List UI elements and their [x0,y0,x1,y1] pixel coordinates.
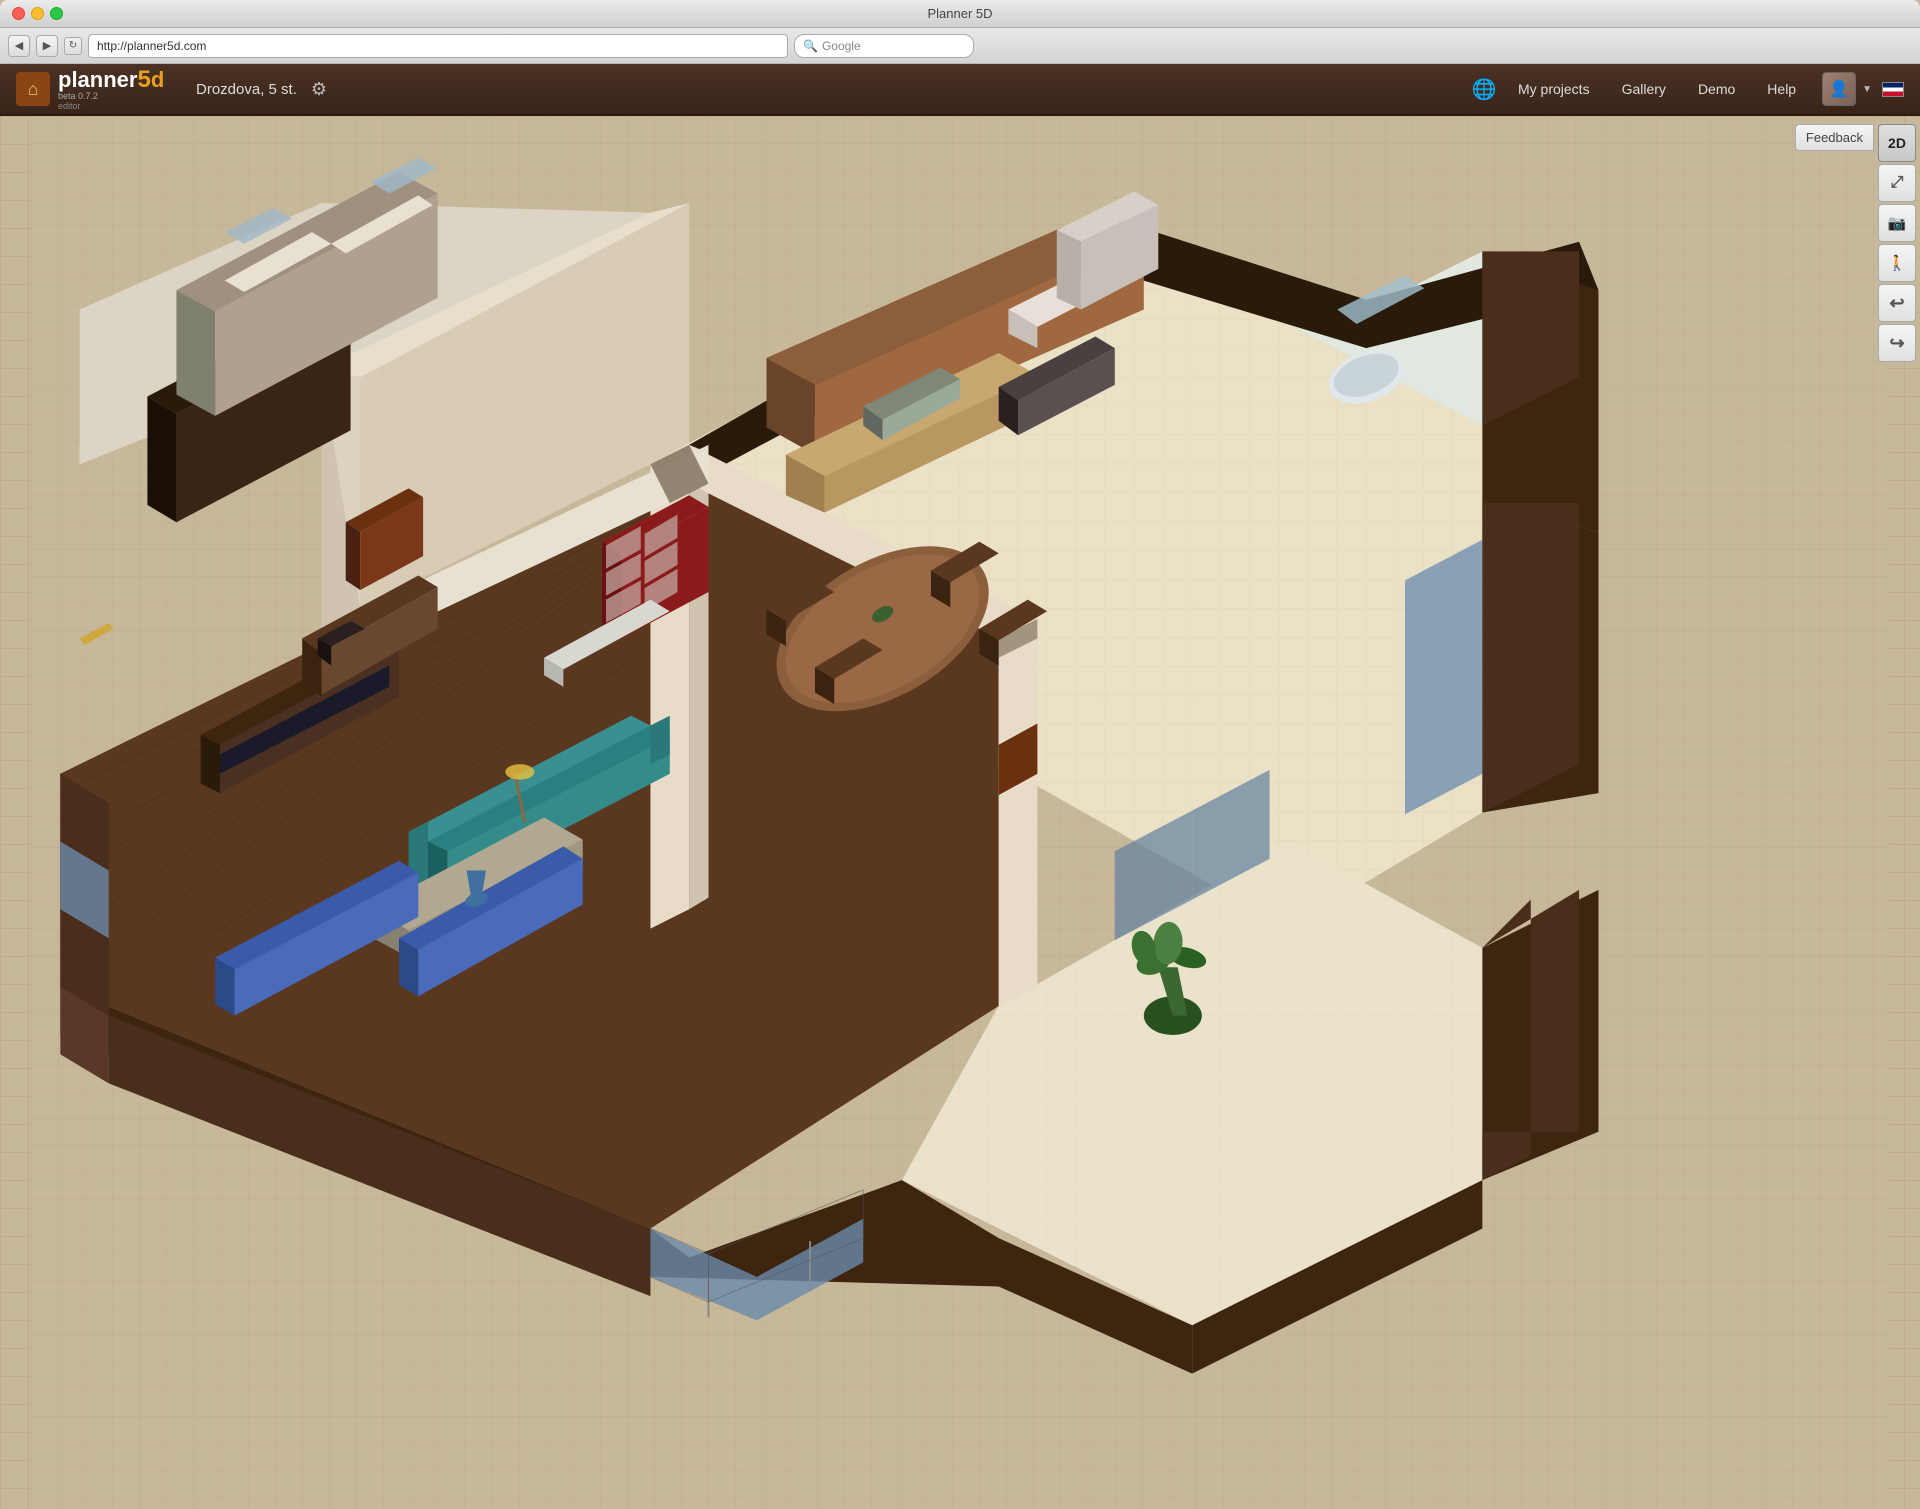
logo-text: planner5d beta 0.7.2 editor [58,68,164,111]
user-avatar-image: 👤 [1823,73,1855,105]
floorplan-3d[interactable] [0,116,1920,1509]
logo-icon: ⌂ [16,72,50,106]
url-text: http://planner5d.com [97,39,206,53]
nav-gallery[interactable]: Gallery [1608,75,1680,103]
search-bar[interactable]: 🔍 Google [794,34,974,58]
right-toolbar: Feedback 2D ⤢ 📷 🚶 [1874,116,1920,370]
browser-window: Planner 5D ◀ ▶ ↻ http://planner5d.com 🔍 … [0,0,1920,1509]
app-header: ⌂ planner5d beta 0.7.2 editor Drozdova, … [0,64,1920,116]
share-icon: ⤢ [1891,174,1904,192]
undo-button[interactable]: ↩ [1878,284,1916,322]
globe-button[interactable]: 🌐 [1468,73,1500,105]
browser-titlebar: Planner 5D [0,0,1920,28]
maximize-button[interactable] [50,7,63,20]
redo-icon: ↪ [1889,333,1904,354]
search-placeholder: Google [822,39,861,53]
logo-planner: planner [58,67,137,92]
logo-d: d [151,67,164,92]
camera-button[interactable]: 📷 [1878,204,1916,242]
back-button[interactable]: ◀ [8,35,30,57]
2d-label: 2D [1888,135,1906,151]
2d-view-button[interactable]: 2D [1878,124,1916,162]
undo-icon: ↩ [1889,293,1904,314]
reload-button[interactable]: ↻ [64,37,82,55]
language-flag[interactable] [1882,82,1904,97]
feedback-button[interactable]: Feedback [1795,124,1874,151]
logo-main: planner5d [58,68,164,92]
logo-beta: beta 0.7.2 [58,92,164,101]
app-container: ⌂ planner5d beta 0.7.2 editor Drozdova, … [0,64,1920,1509]
main-view: Feedback 2D ⤢ 📷 🚶 [0,116,1920,1509]
forward-button[interactable]: ▶ [36,35,58,57]
project-name: Drozdova, 5 st. [196,81,297,98]
user-dropdown-caret[interactable]: ▼ [1862,84,1872,95]
person-view-button[interactable]: 🚶 [1878,244,1916,282]
nav-items: 🌐 My projects Gallery Demo Help 👤 ▼ [1468,72,1904,106]
nav-my-projects[interactable]: My projects [1504,75,1604,103]
logo-five: 5 [137,66,150,93]
logo-subtitle: editor [58,101,164,111]
user-avatar[interactable]: 👤 [1822,72,1856,106]
settings-button[interactable]: ⚙ [307,77,331,101]
nav-demo[interactable]: Demo [1684,75,1749,103]
project-name-area: Drozdova, 5 st. ⚙ [196,77,331,101]
close-button[interactable] [12,7,25,20]
person-icon: 🚶 [1888,254,1907,272]
nav-help[interactable]: Help [1753,75,1810,103]
browser-toolbar: ◀ ▶ ↻ http://planner5d.com 🔍 Google [0,28,1920,64]
share-button[interactable]: ⤢ [1878,164,1916,202]
redo-button[interactable]: ↪ [1878,324,1916,362]
browser-title: Planner 5D [927,6,992,21]
address-bar[interactable]: http://planner5d.com [88,34,788,58]
user-area: 👤 ▼ [1822,72,1872,106]
search-icon: 🔍 [803,39,818,53]
traffic-lights [12,7,63,20]
minimize-button[interactable] [31,7,44,20]
camera-icon: 📷 [1888,214,1907,232]
floorplan-svg [0,116,1920,1509]
logo-area: ⌂ planner5d beta 0.7.2 editor [16,68,176,111]
